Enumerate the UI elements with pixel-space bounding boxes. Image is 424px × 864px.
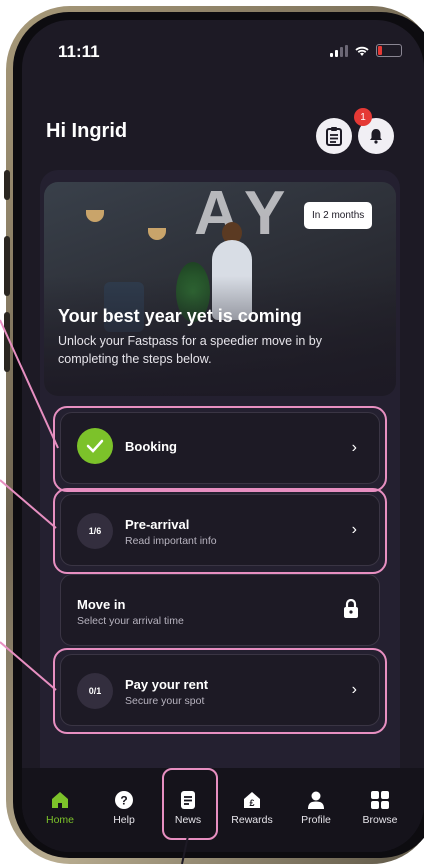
- chevron-right-icon: ›: [351, 681, 357, 698]
- tab-help[interactable]: ? Help: [96, 790, 152, 826]
- lamp-shape: [86, 210, 104, 222]
- step-sublabel: Secure your spot: [125, 695, 205, 707]
- wifi-icon: [355, 46, 369, 56]
- step-label: Pay your rent: [125, 677, 209, 692]
- clipboard-icon: [326, 127, 342, 146]
- time-chip: In 2 months: [304, 202, 373, 229]
- status-bar: 11:11: [22, 20, 424, 84]
- side-button: [4, 170, 10, 200]
- app-screen: 11:11 Hi Ingrid 1 A Y In 2 months Your b…: [22, 20, 424, 852]
- lamp-shape: [148, 228, 166, 240]
- hero-title: Your best year yet is coming: [58, 306, 302, 326]
- step-booking[interactable]: Booking ›: [60, 412, 380, 484]
- notification-badge: 1: [354, 108, 372, 126]
- status-icons: [330, 44, 402, 57]
- tasks-button[interactable]: [316, 118, 352, 154]
- step-pre-arrival[interactable]: 1/6 Pre-arrival Read important info ›: [60, 494, 380, 566]
- lock-icon: [343, 598, 359, 624]
- tab-label: Browse: [362, 814, 398, 826]
- status-time: 11:11: [58, 42, 100, 61]
- tab-label: Profile: [301, 814, 331, 826]
- step-move-in: Move in Select your arrival time: [60, 574, 380, 646]
- step-progress: 0/1: [77, 673, 113, 709]
- tab-home[interactable]: Home: [32, 790, 88, 826]
- tab-label: Home: [45, 814, 74, 826]
- chevron-right-icon: ›: [351, 521, 357, 538]
- hero-subtitle: Unlock your Fastpass for a speedier move…: [58, 334, 323, 366]
- battery-icon: [376, 44, 402, 57]
- rewards-icon: £: [244, 792, 260, 808]
- step-progress: 1/6: [77, 513, 113, 549]
- home-icon: [52, 792, 68, 808]
- help-icon: ?: [115, 791, 133, 809]
- signal-icon: [330, 44, 348, 57]
- svg-text:£: £: [249, 798, 254, 808]
- step-pay-rent[interactable]: 0/1 Pay your rent Secure your spot ›: [60, 654, 380, 726]
- side-button: [4, 236, 10, 296]
- side-button: [4, 312, 10, 372]
- chevron-right-icon: ›: [351, 439, 357, 456]
- step-label: Pre-arrival: [125, 517, 190, 532]
- tab-label: Rewards: [231, 814, 273, 826]
- tab-browse[interactable]: Browse: [352, 790, 408, 826]
- greeting-title: Hi Ingrid: [46, 120, 128, 142]
- wall-decoration: Y: [244, 182, 286, 248]
- profile-icon: [308, 791, 324, 809]
- bell-icon: [370, 129, 382, 144]
- tab-profile[interactable]: Profile: [288, 790, 344, 826]
- check-icon: [77, 428, 113, 464]
- svg-text:?: ?: [120, 794, 127, 808]
- news-highlight: [162, 768, 218, 840]
- tab-rewards[interactable]: £ Rewards: [224, 790, 280, 826]
- browse-icon: [371, 791, 389, 809]
- tab-label: Help: [113, 814, 135, 826]
- step-sublabel: Select your arrival time: [77, 615, 184, 627]
- step-sublabel: Read important info: [125, 535, 217, 547]
- step-label: Booking: [125, 439, 177, 454]
- step-label: Move in: [77, 597, 126, 612]
